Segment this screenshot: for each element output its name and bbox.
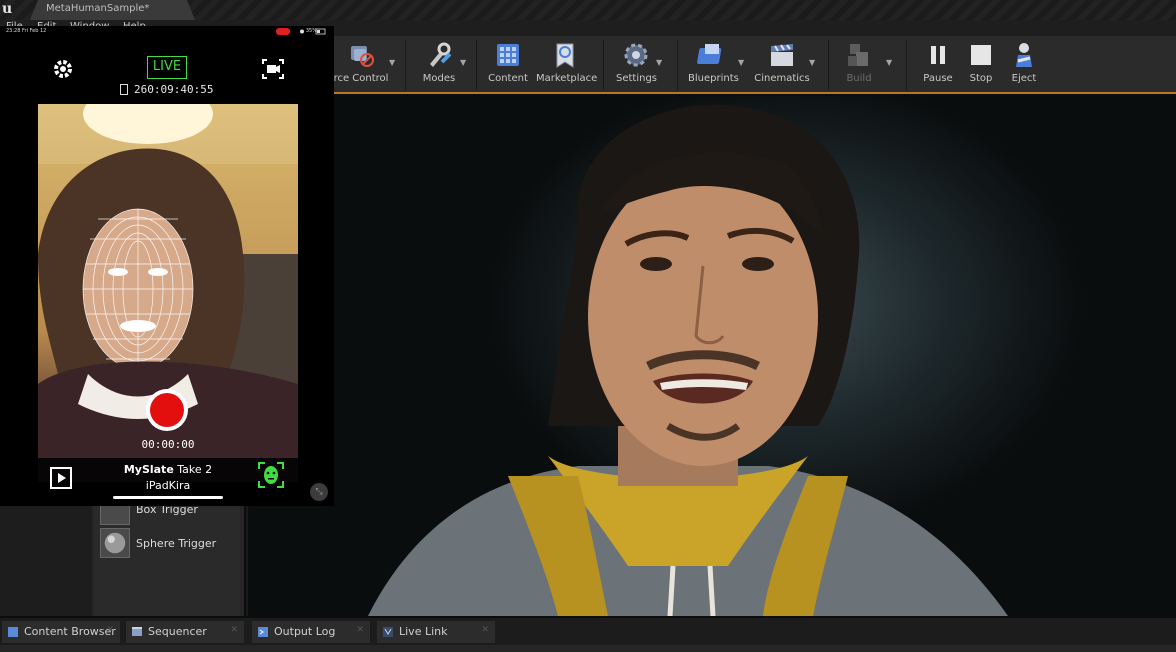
resize-handle-icon[interactable]: ⤡	[310, 483, 328, 501]
toolbar-separator	[603, 40, 604, 90]
place-actors-category-column	[0, 505, 92, 616]
content-browser-toolbar-strip	[0, 645, 1176, 652]
title-bar: u MetaHumanSample*	[0, 0, 1176, 20]
content-browser-icon	[8, 627, 18, 637]
play-takes-icon[interactable]	[50, 467, 72, 489]
pause-icon	[931, 46, 945, 64]
place-actors-list: Box Trigger Sphere Trigger	[94, 495, 240, 616]
tab-label: Live Link	[399, 625, 448, 638]
stop-label: Stop	[969, 73, 993, 84]
home-indicator	[113, 496, 223, 499]
close-icon[interactable]: ✕	[356, 625, 364, 635]
modes-dropdown-icon[interactable]: ▼	[460, 58, 466, 67]
content-label: Content	[488, 73, 528, 84]
record-timer: 00:00:00	[141, 438, 195, 451]
blueprints-label: Blueprints	[688, 73, 739, 84]
status-icons	[276, 28, 326, 35]
eject-label: Eject	[1011, 73, 1037, 84]
build-button[interactable]: Build	[840, 38, 878, 92]
toolbar-separator	[476, 40, 477, 90]
tab-output-log[interactable]: Output Log ✕	[252, 621, 370, 643]
pause-button[interactable]: Pause	[920, 38, 956, 92]
pause-label: Pause	[923, 73, 953, 84]
settings-label: Settings	[616, 73, 658, 84]
clapperboard-icon	[771, 44, 793, 66]
toolbar-separator	[906, 40, 907, 90]
settings-gear-icon	[624, 43, 648, 67]
stop-icon	[971, 45, 991, 65]
device-name: iPadKira	[145, 479, 191, 492]
build-icon	[848, 44, 868, 66]
camera-switch-icon[interactable]	[261, 58, 285, 80]
content-button[interactable]: Content	[488, 38, 528, 92]
settings-button[interactable]: Settings	[616, 38, 658, 92]
cinematics-button[interactable]: Cinematics	[754, 38, 810, 92]
blueprints-icon	[697, 44, 722, 64]
metahuman-render	[368, 104, 1008, 616]
phone-top-bar: LIVE 260:09:40:55	[38, 50, 298, 104]
build-label: Build	[846, 73, 872, 84]
place-actors-panel: Box Trigger Sphere Trigger	[0, 495, 244, 616]
marketplace-label: Marketplace	[536, 73, 598, 84]
live-link-icon	[383, 627, 393, 637]
tab-live-link[interactable]: Live Link ✕	[377, 621, 495, 643]
gear-icon[interactable]	[52, 58, 74, 80]
sequencer-icon	[132, 627, 142, 636]
tab-label: Output Log	[274, 625, 336, 638]
settings-dropdown-icon[interactable]: ▼	[656, 58, 662, 67]
take-number: Take 2	[177, 463, 213, 476]
timecode: 260:09:40:55	[134, 83, 214, 96]
tab-label: Sequencer	[148, 625, 207, 638]
cinematics-dropdown-icon[interactable]: ▼	[809, 58, 815, 67]
source-control-dropdown-icon[interactable]: ▼	[389, 58, 395, 67]
blueprints-button[interactable]: Blueprints	[688, 38, 739, 92]
toolbar-separator	[828, 40, 829, 90]
build-dropdown-icon[interactable]: ▼	[886, 58, 892, 67]
status-time: 23:28 Fri Feb 12	[6, 28, 47, 34]
stop-button[interactable]: Stop	[964, 38, 998, 92]
live-link-face-phone: 23:28 Fri Feb 12 35% LIVE 260:09:40:55 0…	[0, 26, 334, 506]
output-log-icon	[258, 627, 268, 637]
modes-label: Modes	[422, 73, 456, 84]
eject-icon	[1016, 43, 1032, 67]
toolbar-separator	[677, 40, 678, 90]
project-tab[interactable]: MetaHumanSample*	[30, 0, 195, 20]
close-icon[interactable]: ✕	[230, 625, 238, 635]
source-control-icon	[351, 46, 374, 67]
phone-bottom-bar: MySlate Take 2 iPadKira	[38, 458, 298, 500]
modes-icon	[430, 42, 452, 67]
slate-info[interactable]: MySlate Take 2	[108, 463, 228, 476]
content-grid-icon	[497, 44, 519, 66]
source-control-button[interactable]: rce Control	[330, 38, 392, 92]
unreal-logo-icon: u	[2, 1, 13, 17]
camera-feed: 00:00:00	[38, 104, 298, 482]
marketplace-button[interactable]: Marketplace	[536, 38, 598, 92]
blueprints-dropdown-icon[interactable]: ▼	[738, 58, 744, 67]
battery-percent: 35%	[305, 28, 317, 34]
tab-label: Content Browser	[24, 625, 116, 638]
close-icon[interactable]: ✕	[481, 625, 489, 635]
face-tracking-preview	[38, 104, 298, 482]
sphere-trigger-label: Sphere Trigger	[136, 537, 217, 550]
level-viewport[interactable]	[246, 96, 1176, 616]
source-control-label: rce Control	[333, 73, 389, 84]
tab-content-browser[interactable]: Content Browser ✕	[2, 621, 120, 643]
sphere-trigger-icon	[100, 528, 130, 558]
face-tracking-icon[interactable]	[257, 461, 285, 489]
close-icon[interactable]: ✕	[106, 625, 114, 635]
unreal-editor-window: u MetaHumanSample* File Edit Window Help…	[0, 0, 1176, 652]
slate-name: MySlate	[123, 463, 174, 476]
eject-button[interactable]: Eject	[1006, 38, 1042, 92]
cinematics-label: Cinematics	[754, 73, 810, 84]
live-badge: LIVE	[147, 56, 187, 79]
record-button	[150, 393, 184, 427]
bottom-dock-tabs: Content Browser ✕ Sequencer ✕ Output Log…	[0, 618, 1176, 652]
marketplace-icon	[556, 43, 574, 68]
toolbar-separator	[405, 40, 406, 90]
modes-button[interactable]: Modes	[418, 38, 460, 92]
tab-sequencer[interactable]: Sequencer ✕	[126, 621, 244, 643]
